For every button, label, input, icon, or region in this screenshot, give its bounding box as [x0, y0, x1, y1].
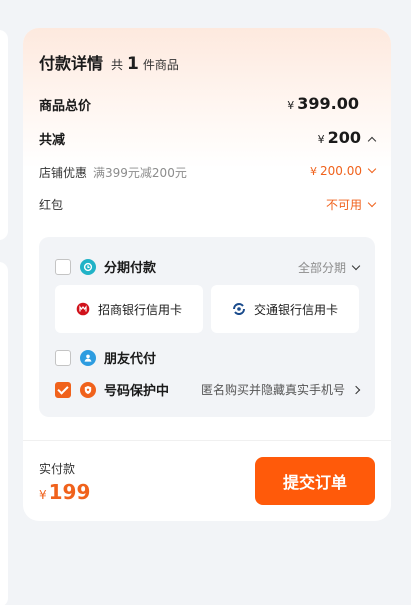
installment-label: 分期付款	[104, 261, 157, 276]
red-packet-status: 不可用	[325, 198, 362, 212]
total-price-value: ¥ 399.00	[287, 94, 359, 113]
installment-icon	[80, 258, 96, 275]
discount-total-amount: 200	[327, 128, 361, 147]
number-protect-option[interactable]: 号码保护中	[55, 380, 169, 399]
shop-discount-label: 店铺优惠	[39, 166, 88, 180]
payment-details-header: 付款详情 共 1 件商品	[39, 50, 179, 74]
footer-divider	[23, 440, 391, 441]
chevron-down-icon	[367, 198, 377, 208]
friend-pay-checkbox[interactable]	[55, 349, 71, 366]
number-protect-label: 号码保护中	[104, 384, 170, 399]
item-count: 1	[127, 54, 139, 74]
currency-symbol: ¥	[317, 133, 325, 146]
currency-symbol: ¥	[310, 165, 317, 178]
shop-discount-rule: 满399元减200元	[93, 166, 187, 180]
payment-options-panel: 分期付款 全部分期 招商银行信用卡 交通银行信用卡 朋友代付 号码保护中 匿名购…	[39, 237, 375, 417]
shop-discount-amount: 200.00	[320, 164, 362, 178]
chevron-up-icon	[367, 136, 377, 146]
actual-pay-label: 实付款	[39, 462, 76, 476]
bank-card-label: 招商银行信用卡	[97, 302, 182, 317]
shop-discount-info: 店铺优惠 满399元减200元	[39, 164, 187, 181]
page-title: 付款详情	[39, 54, 104, 73]
installment-all-label: 全部分期	[297, 261, 346, 275]
friend-pay-label: 朋友代付	[104, 352, 157, 367]
number-protect-detail-link[interactable]: 匿名购买并隐藏真实手机号	[200, 381, 361, 398]
cmb-bank-logo	[76, 302, 90, 316]
left-card-edge-bottom	[0, 262, 8, 605]
bocom-bank-logo	[232, 303, 245, 315]
installment-option[interactable]: 分期付款	[55, 257, 156, 276]
currency-symbol: ¥	[287, 99, 295, 112]
red-packet-selector[interactable]: 不可用	[325, 196, 377, 213]
friend-pay-icon	[80, 349, 96, 366]
bank-card-cmb[interactable]: 招商银行信用卡	[55, 285, 203, 333]
shop-discount-selector[interactable]: ¥ 200.00	[310, 164, 377, 178]
friend-pay-option[interactable]: 朋友代付	[55, 348, 156, 367]
chevron-down-icon	[367, 164, 377, 174]
bank-card-bocom[interactable]: 交通银行信用卡	[211, 285, 359, 333]
number-protect-desc: 匿名购买并隐藏真实手机号	[200, 383, 345, 397]
installment-checkbox[interactable]	[55, 258, 71, 275]
discount-total-label: 共减	[39, 133, 66, 148]
total-price-label: 商品总价	[39, 99, 92, 114]
payment-details-card: 付款详情 共 1 件商品 商品总价 ¥ 399.00 共减 ¥ 200 店铺优惠…	[23, 28, 391, 521]
red-packet-label: 红包	[39, 198, 64, 212]
number-protect-checkbox[interactable]	[55, 381, 71, 398]
item-count-prefix: 共	[111, 58, 124, 72]
left-card-edge-top	[0, 30, 8, 240]
chevron-down-icon	[351, 261, 361, 271]
submit-order-button[interactable]: 提交订单	[255, 457, 375, 505]
item-count-suffix: 件商品	[142, 58, 179, 72]
discount-total-toggle[interactable]: ¥ 200	[317, 128, 377, 147]
installment-all-toggle[interactable]: 全部分期	[297, 259, 361, 276]
total-price-amount: 399.00	[297, 94, 359, 113]
actual-pay-amount: 199	[48, 480, 91, 504]
chevron-right-icon	[351, 385, 361, 394]
currency-symbol: ¥	[39, 488, 47, 502]
actual-pay-value: ¥ 199	[39, 480, 90, 504]
bank-card-label: 交通银行信用卡	[253, 302, 338, 317]
number-protect-icon	[80, 381, 96, 398]
